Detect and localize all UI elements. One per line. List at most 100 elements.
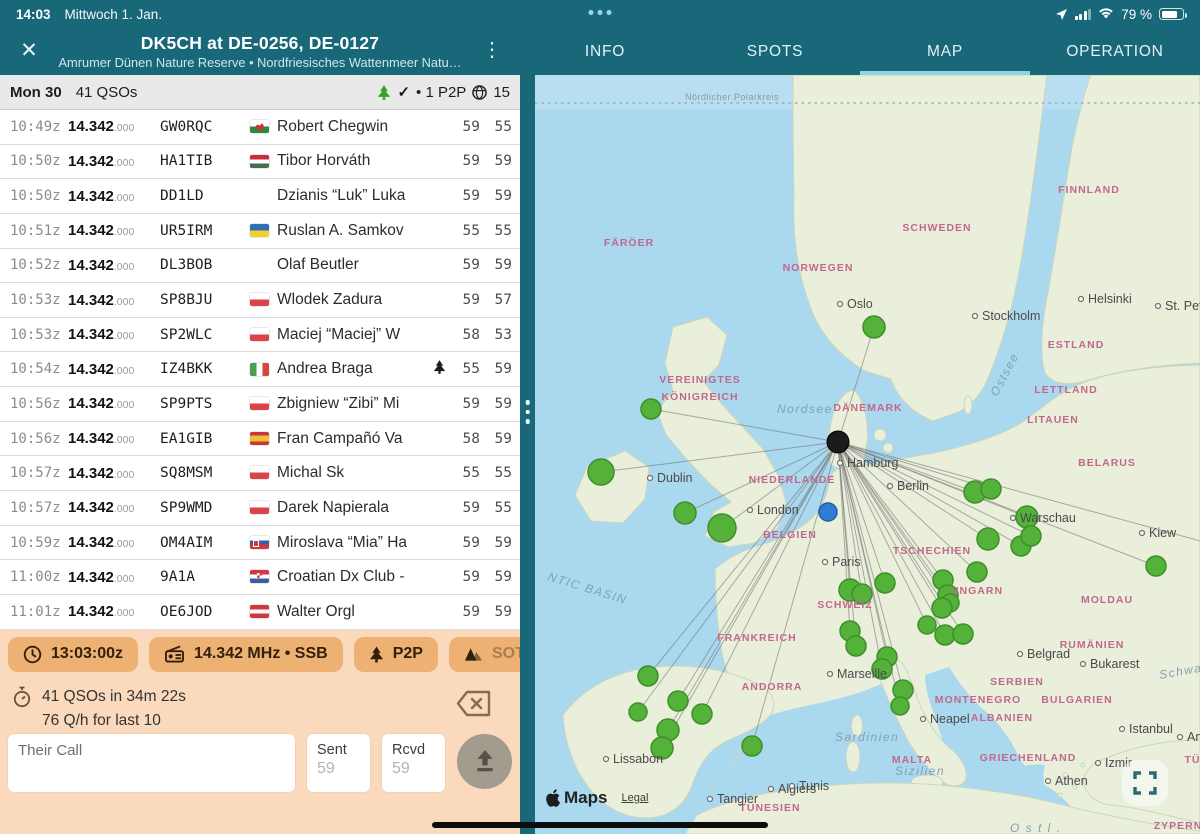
sota-chip[interactable]: SOTA — [449, 637, 520, 672]
qso-callsign: 9A1A — [160, 569, 250, 585]
rcvd-input[interactable]: Rcvd 59 — [382, 734, 445, 792]
qso-map-marker[interactable] — [742, 736, 762, 756]
city-marker — [1156, 304, 1161, 309]
frequency-mode-chip[interactable]: 14.342 MHz • SSB — [149, 637, 343, 672]
qso-map-marker[interactable] — [629, 703, 647, 721]
wifi-icon — [1098, 8, 1114, 20]
qso-row[interactable]: 10:50z14.342.000HA1TIBTibor Horváth5959 — [0, 145, 520, 180]
blue-map-marker[interactable] — [819, 503, 837, 521]
city-marker — [888, 484, 893, 489]
qso-frequency: 14.342.000 — [68, 188, 160, 205]
city-marker — [648, 476, 653, 481]
map-label: Dublin — [657, 471, 692, 485]
qso-row[interactable]: 10:54z14.342.000IZ4BKKAndrea Braga5559 — [0, 352, 520, 387]
close-button[interactable]: ✕ — [16, 38, 42, 64]
qso-row[interactable]: 10:51z14.342.000UR5IRMRuslan A. Samkov55… — [0, 214, 520, 249]
qso-row[interactable]: 10:56z14.342.000SP9PTSZbigniew “Zibi” Mi… — [0, 387, 520, 422]
qso-map-marker[interactable] — [967, 562, 987, 582]
qso-map-marker[interactable] — [668, 691, 688, 711]
qso-row[interactable]: 10:49z14.342.000GW0RQCRobert Chegwin5955 — [0, 110, 520, 145]
qso-map-marker[interactable] — [1146, 556, 1166, 576]
qso-map-marker[interactable] — [891, 697, 909, 715]
city-marker — [973, 314, 978, 319]
city-marker — [708, 797, 713, 802]
rst-rcvd: 55 — [480, 119, 512, 135]
tab-spots[interactable]: SPOTS — [690, 28, 860, 75]
app-window: 14:03 Mittwoch 1. Jan. 79 % ✕ DK5CH at D… — [0, 0, 1200, 834]
map-label: Lissabon — [613, 752, 663, 766]
rst-rcvd: 59 — [480, 569, 512, 585]
map-label: ALBANIEN — [971, 712, 1033, 724]
qso-operator-name: Michal Sk — [277, 464, 430, 482]
qso-map-marker[interactable] — [588, 459, 614, 485]
their-call-input[interactable]: Their Call — [8, 734, 295, 792]
map-label: Nordsee — [777, 402, 833, 416]
map-label: Sardinien — [835, 730, 899, 744]
fullscreen-button[interactable] — [1122, 760, 1168, 806]
city-marker — [1079, 297, 1084, 302]
p2p-chip[interactable]: P2P — [354, 637, 438, 672]
qso-map-marker[interactable] — [918, 616, 936, 634]
qso-row[interactable]: 10:53z14.342.000SP8BJUWlodek Zadura5957 — [0, 283, 520, 318]
status-date: Mittwoch 1. Jan. — [65, 7, 163, 22]
home-indicator[interactable] — [432, 822, 768, 828]
qso-callsign: OE6JOD — [160, 604, 250, 620]
rst-sent: 55 — [448, 223, 480, 239]
qso-map-marker[interactable] — [935, 625, 955, 645]
qso-map-marker[interactable] — [692, 704, 712, 724]
qso-map-marker[interactable] — [981, 479, 1001, 499]
time-chip[interactable]: 13:03:00z — [8, 637, 138, 672]
backspace-button[interactable] — [456, 690, 492, 722]
tab-info[interactable]: INFO — [520, 28, 690, 75]
qso-row[interactable]: 11:01z14.342.000OE6JODWalter Orgl5959 — [0, 595, 520, 630]
qso-row[interactable]: 10:53z14.342.000SP2WLCMaciej “Maciej” W5… — [0, 318, 520, 353]
sent-label: Sent — [317, 742, 360, 758]
legal-link[interactable]: Legal — [621, 792, 648, 804]
rst-rcvd: 59 — [480, 153, 512, 169]
city-marker — [828, 672, 833, 677]
panel-resize-handle[interactable] — [520, 75, 535, 834]
tab-operation[interactable]: OPERATION — [1030, 28, 1200, 75]
qso-map-marker[interactable] — [932, 598, 952, 618]
qso-map-marker[interactable] — [846, 636, 866, 656]
rst-sent: 59 — [448, 119, 480, 135]
qso-row[interactable]: 10:52z14.342.000DL3BOBOlaf Beutler5959 — [0, 249, 520, 284]
qso-map-marker[interactable] — [1021, 526, 1041, 546]
qso-row[interactable]: 10:57z14.342.000SP9WMDDarek Napierala595… — [0, 491, 520, 526]
country-flag-icon — [250, 224, 269, 237]
qso-map-marker[interactable] — [863, 316, 885, 338]
qso-map-marker[interactable] — [953, 624, 973, 644]
map-label: FÄRÖER — [604, 236, 654, 249]
qso-row[interactable]: 11:00z14.342.0009A1ACroatian Dx Club -59… — [0, 560, 520, 595]
station-map-marker[interactable] — [827, 431, 849, 453]
map-label: Tangier — [717, 792, 758, 806]
qso-map-marker[interactable] — [708, 514, 736, 542]
log-submit-button[interactable] — [457, 734, 512, 789]
battery-icon — [1159, 8, 1184, 20]
city-marker — [1011, 516, 1016, 521]
map-label: DÄNEMARK — [833, 401, 902, 414]
qso-row[interactable]: 10:59z14.342.000OM4AIMMiroslava “Mia” Ha… — [0, 526, 520, 561]
qso-time: 10:56z — [10, 396, 68, 412]
qso-map-marker[interactable] — [674, 502, 696, 524]
qso-map-marker[interactable] — [875, 573, 895, 593]
status-time: 14:03 — [16, 7, 51, 22]
qso-callsign: DD1LD — [160, 188, 250, 204]
map-label: BELARUS — [1078, 457, 1136, 469]
sent-input[interactable]: Sent 59 — [307, 734, 370, 792]
qso-map-marker[interactable] — [977, 528, 999, 550]
country-flag-icon — [250, 466, 269, 479]
map-panel[interactable]: FÄRÖERNORWEGENSCHWEDENFINNLANDESTLANDLET… — [535, 75, 1200, 834]
qso-row[interactable]: 10:57z14.342.000SQ8MSMMichal Sk5555 — [0, 456, 520, 491]
qso-operator-name: Dzianis “Luk” Luka — [277, 187, 430, 205]
qso-row[interactable]: 10:56z14.342.000EA1GIBFran Campañó Va585… — [0, 422, 520, 457]
tab-map[interactable]: MAP — [860, 28, 1030, 75]
qso-map-marker[interactable] — [641, 399, 661, 419]
city-marker — [1018, 652, 1023, 657]
map-label: ZYPERN — [1154, 820, 1200, 832]
overflow-menu-button[interactable]: ⋮ — [482, 37, 502, 62]
qso-map-marker[interactable] — [638, 666, 658, 686]
qso-callsign: SP8BJU — [160, 292, 250, 308]
qso-row[interactable]: 10:50z14.342.000DD1LDDzianis “Luk” Luka5… — [0, 179, 520, 214]
qso-frequency: 14.342.000 — [68, 153, 160, 170]
